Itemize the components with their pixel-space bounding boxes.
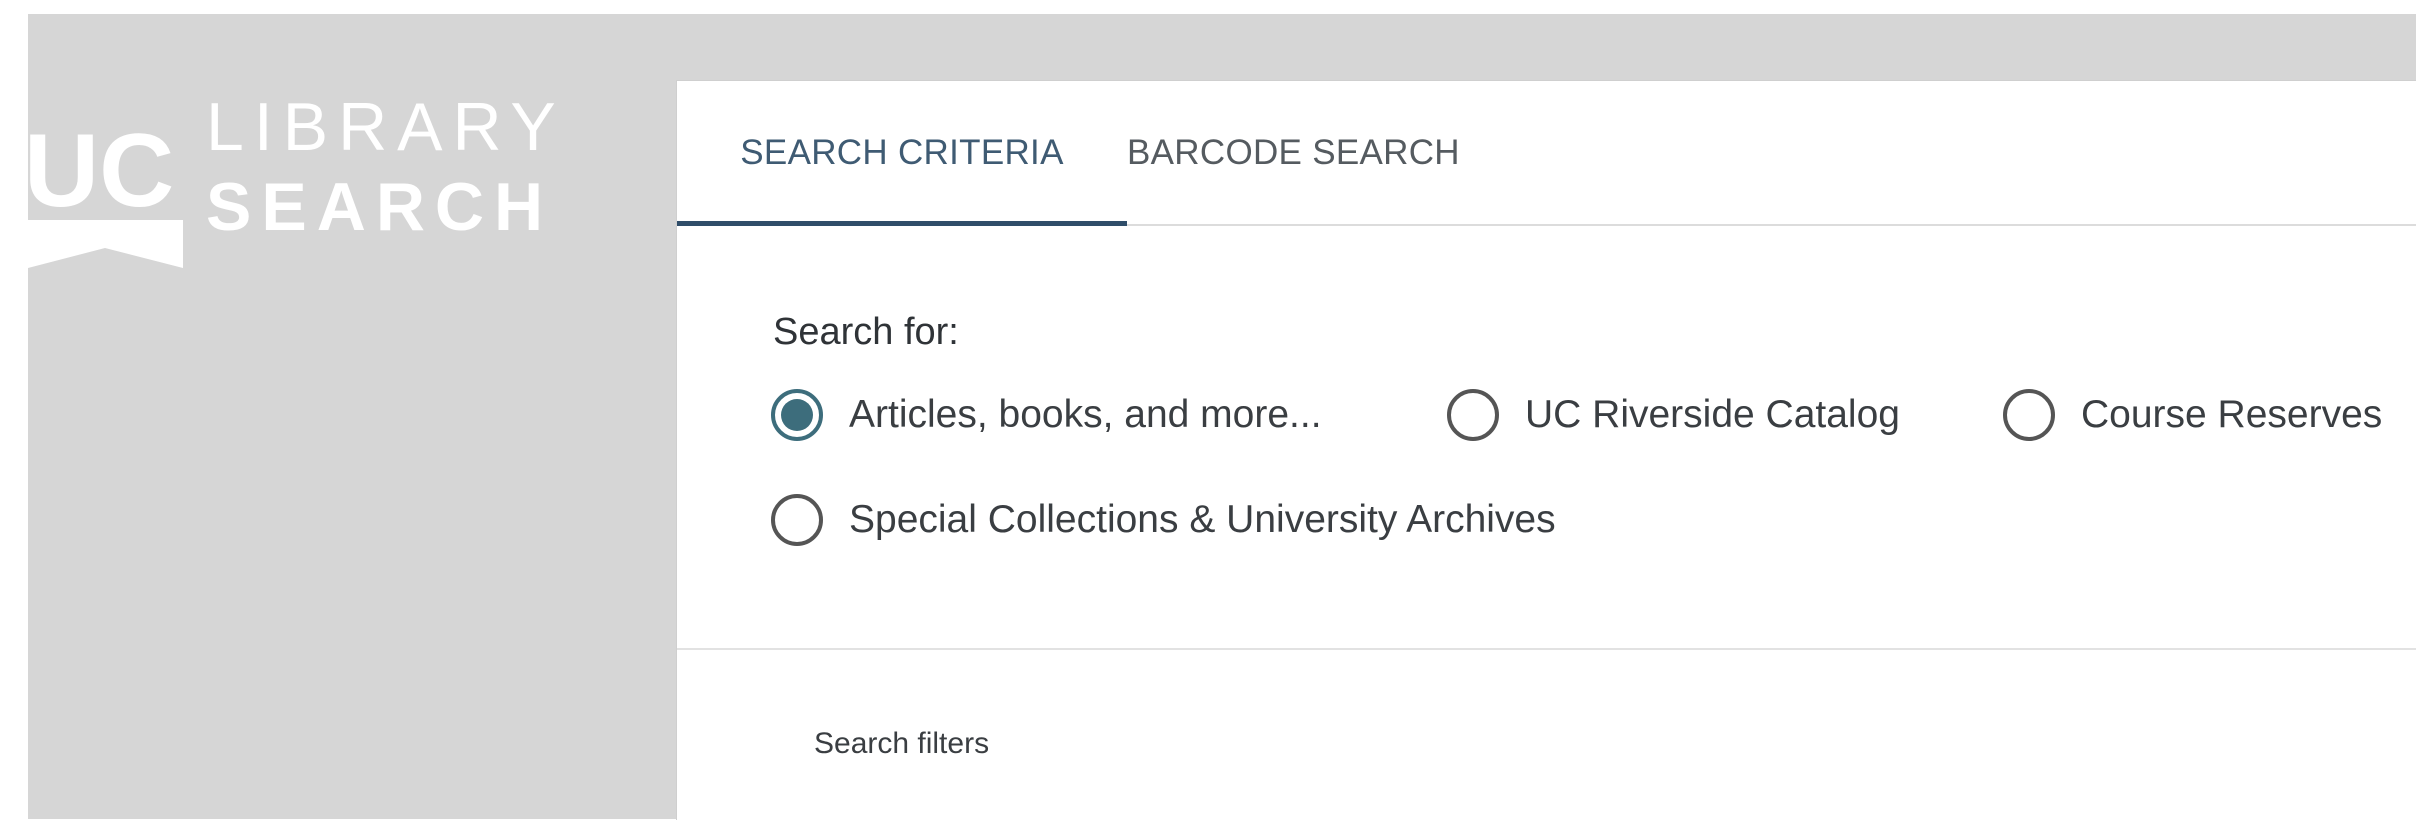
radio-label-articles-books: Articles, books, and more... <box>849 393 1322 436</box>
tab-bar: SEARCH CRITERIA BARCODE SEARCH <box>677 81 2416 226</box>
radio-special-collections[interactable]: Special Collections & University Archive… <box>771 494 1556 546</box>
logo-mark: UC <box>28 113 174 229</box>
radio-label-uc-riverside-catalog: UC Riverside Catalog <box>1525 393 1900 436</box>
radio-label-course-reserves: Course Reserves <box>2081 393 2383 436</box>
radio-course-reserves[interactable]: Course Reserves <box>2003 389 2382 441</box>
tab-search-criteria-label: SEARCH CRITERIA <box>740 132 1064 172</box>
radio-button[interactable] <box>1447 389 1499 441</box>
logo-graphic: UC LIBRARY SEARCH <box>28 89 566 268</box>
logo-line-1: LIBRARY <box>206 89 566 165</box>
search-panel: SEARCH CRITERIA BARCODE SEARCH Search fo… <box>676 80 2416 820</box>
radio-button-checked[interactable] <box>771 389 823 441</box>
radio-button[interactable] <box>771 494 823 546</box>
radio-dot <box>781 399 813 431</box>
radio-button[interactable] <box>2003 389 2055 441</box>
logo-line-2: SEARCH <box>206 169 553 245</box>
radio-label-special-collections: Special Collections & University Archive… <box>849 498 1556 541</box>
radio-articles-books[interactable]: Articles, books, and more... <box>771 389 1322 441</box>
radio-uc-riverside-catalog[interactable]: UC Riverside Catalog <box>1447 389 1900 441</box>
search-for-label: Search for: <box>773 311 959 353</box>
page-background: UC LIBRARY SEARCH SEARCH CRITERIA BARCOD… <box>28 14 2416 820</box>
uc-library-search-logo[interactable]: UC LIBRARY SEARCH <box>28 78 588 268</box>
search-filters-label: Search filters <box>814 727 990 760</box>
tab-barcode-search[interactable]: BARCODE SEARCH <box>1127 81 1589 224</box>
tab-barcode-search-label: BARCODE SEARCH <box>1127 132 1460 172</box>
tab-search-criteria[interactable]: SEARCH CRITERIA <box>677 81 1127 226</box>
section-divider <box>677 648 2416 650</box>
